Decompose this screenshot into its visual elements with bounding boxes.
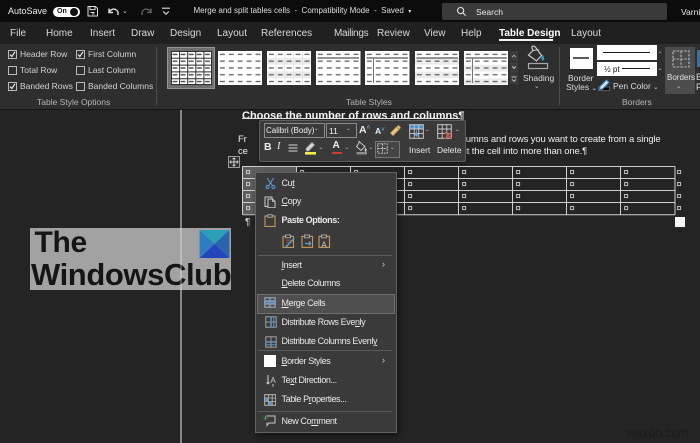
svg-text:A: A: [321, 240, 327, 248]
svg-text:A: A: [270, 376, 276, 385]
